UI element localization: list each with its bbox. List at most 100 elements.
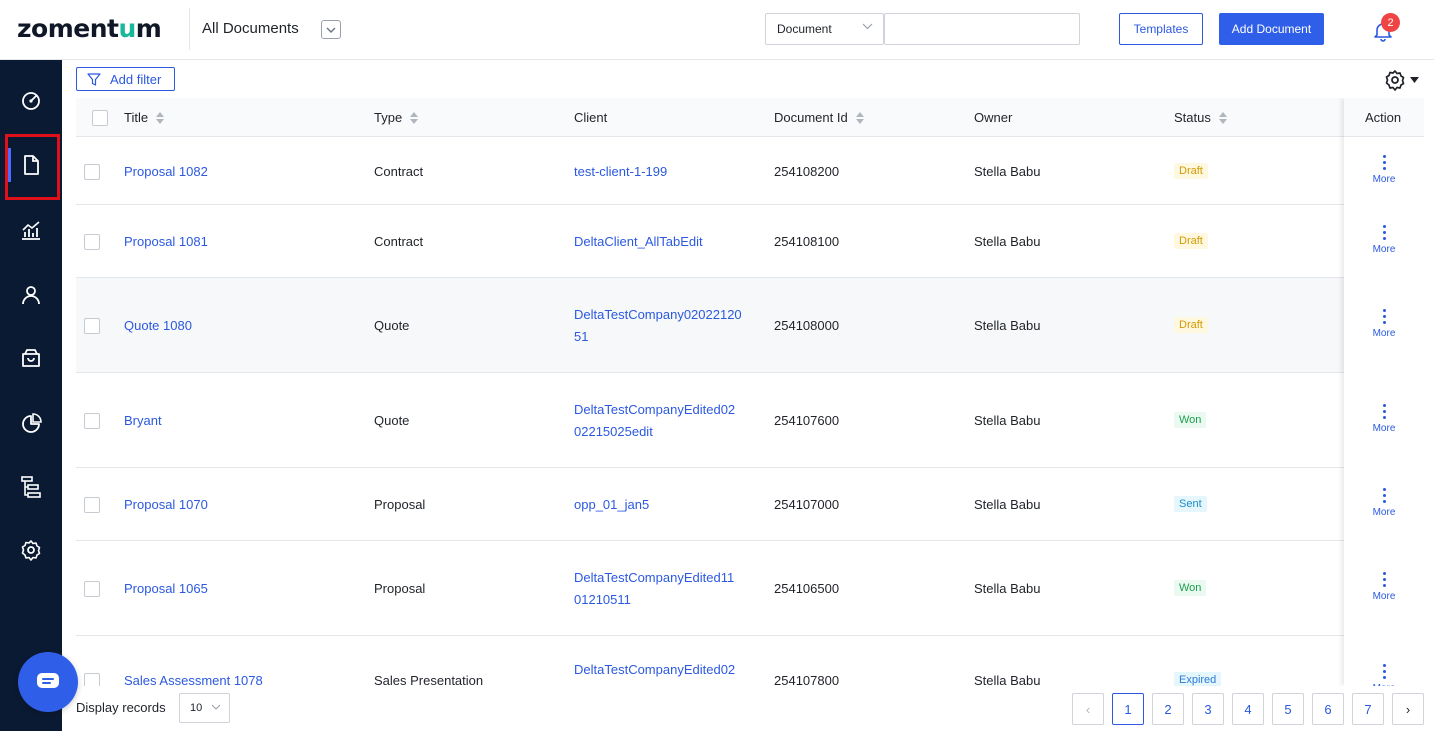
row-more-button[interactable]: More xyxy=(1344,404,1424,434)
sort-icon xyxy=(156,111,165,124)
table-row[interactable]: Bryant Quote DeltaTestCompanyEdited02 02215… xyxy=(76,373,1424,468)
page-button-3[interactable]: 3 xyxy=(1192,693,1224,725)
row-more-button[interactable]: More xyxy=(1344,155,1424,185)
row-checkbox[interactable] xyxy=(84,318,100,334)
page-button-4[interactable]: 4 xyxy=(1232,693,1264,725)
more-vertical-icon xyxy=(1382,488,1386,503)
document-title-link[interactable]: Bryant xyxy=(124,410,162,432)
row-checkbox[interactable] xyxy=(84,497,100,513)
column-header-document-id[interactable]: Document Id xyxy=(774,110,864,125)
client-name-line2: 02215025edit xyxy=(574,424,653,439)
status-badge: Draft xyxy=(1174,317,1208,333)
document-title-link[interactable]: Quote 1080 xyxy=(124,315,192,337)
document-title-link[interactable]: Sales Assessment 1078 xyxy=(124,670,263,686)
row-more-button[interactable]: More xyxy=(1344,309,1424,339)
next-page-button[interactable]: › xyxy=(1392,693,1424,725)
document-type: Contract xyxy=(374,234,424,249)
row-checkbox[interactable] xyxy=(84,234,100,250)
sidebar-item-reports[interactable] xyxy=(0,399,62,449)
sidebar-item-dashboard[interactable] xyxy=(0,76,62,126)
add-filter-button[interactable]: Add filter xyxy=(76,67,175,91)
status-badge: Won xyxy=(1174,580,1207,596)
analytics-chart-icon xyxy=(22,221,40,240)
client-link[interactable]: test-client-1-199 xyxy=(574,161,667,183)
table-row[interactable]: Proposal 1065 Proposal DeltaTestCompanyEdi… xyxy=(76,541,1424,636)
client-name-line1: DeltaTestCompany02022120 xyxy=(574,307,742,322)
row-more-button[interactable]: More xyxy=(1344,664,1424,686)
document-id: 254108100 xyxy=(774,234,840,249)
chevron-down-icon xyxy=(862,23,873,30)
document-id: 254108200 xyxy=(774,164,840,179)
view-title: All Documents xyxy=(202,20,299,37)
view-dropdown-button[interactable] xyxy=(321,20,341,39)
document-id: 254107000 xyxy=(774,497,840,512)
client-name-line2: 01210511 xyxy=(574,592,631,607)
search-type-select[interactable]: Document xyxy=(765,13,884,45)
column-header-owner: Owner xyxy=(974,110,1013,125)
chat-support-button[interactable] xyxy=(18,652,78,712)
table-row[interactable]: Sales Assessment 1078 Sales Presentation D… xyxy=(76,636,1424,686)
row-more-button[interactable]: More xyxy=(1344,225,1424,255)
table-row[interactable]: Quote 1080 Quote DeltaTestCompany02022120 5… xyxy=(76,278,1424,373)
document-title-link[interactable]: Proposal 1070 xyxy=(124,494,208,516)
status-badge: Sent xyxy=(1174,496,1207,512)
row-checkbox[interactable] xyxy=(84,164,100,180)
client-link[interactable]: opp_01_jan5 xyxy=(574,494,649,516)
status-badge: Draft xyxy=(1174,163,1208,179)
row-checkbox[interactable] xyxy=(84,581,100,597)
client-name-line1: DeltaClient_AllTabEdit xyxy=(574,234,703,249)
more-label: More xyxy=(1372,423,1396,434)
client-name-line1: DeltaTestCompanyEdited02 xyxy=(574,662,736,677)
sidebar-item-settings[interactable] xyxy=(0,525,62,575)
owner-name: Stella Babu xyxy=(974,581,1041,596)
page-button-7[interactable]: 7 xyxy=(1352,693,1384,725)
table-row[interactable]: Proposal 1070 Proposal opp_01_jan5 25410700… xyxy=(76,468,1424,541)
owner-name: Stella Babu xyxy=(974,673,1041,686)
select-all-checkbox[interactable] xyxy=(92,110,108,126)
owner-name: Stella Babu xyxy=(974,234,1041,249)
client-name-line1: opp_01_jan5 xyxy=(574,497,650,512)
page-button-2[interactable]: 2 xyxy=(1152,693,1184,725)
page-button-1[interactable]: 1 xyxy=(1112,693,1144,725)
templates-button[interactable]: Templates xyxy=(1119,13,1203,45)
column-header-status[interactable]: Status xyxy=(1174,110,1227,125)
client-link[interactable]: DeltaClient_AllTabEdit xyxy=(574,231,703,253)
more-label: More xyxy=(1372,591,1396,602)
client-link[interactable]: DeltaTestCompany02022120 51 xyxy=(574,304,742,348)
document-title-link[interactable]: Proposal 1065 xyxy=(124,578,208,600)
more-label: More xyxy=(1372,174,1396,185)
row-more-button[interactable]: More xyxy=(1344,488,1424,518)
more-vertical-icon xyxy=(1382,664,1386,679)
client-link[interactable]: DeltaTestCompanyEdited0202215025edit xyxy=(574,659,735,686)
document-title-link[interactable]: Proposal 1081 xyxy=(124,231,208,253)
sidebar-item-analytics[interactable] xyxy=(0,205,62,255)
table-row[interactable]: Proposal 1081 Contract DeltaClient_AllTabE… xyxy=(76,205,1424,278)
page-button-5[interactable]: 5 xyxy=(1272,693,1304,725)
filter-funnel-icon xyxy=(87,72,101,86)
table-settings-button[interactable] xyxy=(1384,69,1419,91)
client-link[interactable]: DeltaTestCompanyEdited11 01210511 xyxy=(574,567,734,611)
row-checkbox[interactable] xyxy=(84,673,100,686)
sidebar-item-workflows[interactable] xyxy=(0,462,62,512)
reports-pie-icon xyxy=(22,413,42,433)
zomentum-logo[interactable]: zomentum xyxy=(17,14,162,43)
marketplace-bag-icon xyxy=(22,349,40,367)
column-header-action: Action xyxy=(1365,110,1402,125)
sidebar-item-marketplace[interactable] xyxy=(0,333,62,383)
sidebar-item-contacts[interactable] xyxy=(0,270,62,320)
records-per-page-select[interactable]: 10 xyxy=(179,693,230,723)
more-vertical-icon xyxy=(1382,404,1386,419)
more-label: More xyxy=(1372,328,1396,339)
document-title-link[interactable]: Proposal 1082 xyxy=(124,161,208,183)
prev-page-button[interactable]: ‹ xyxy=(1072,693,1104,725)
row-more-button[interactable]: More xyxy=(1344,572,1424,602)
column-header-title[interactable]: Title xyxy=(124,110,165,125)
column-header-type[interactable]: Type xyxy=(374,110,419,125)
add-document-button[interactable]: Add Document xyxy=(1219,13,1324,45)
row-checkbox[interactable] xyxy=(84,413,100,429)
contacts-person-icon xyxy=(22,286,40,305)
search-input[interactable] xyxy=(884,13,1080,45)
page-button-6[interactable]: 6 xyxy=(1312,693,1344,725)
client-link[interactable]: DeltaTestCompanyEdited0202215025edit xyxy=(574,399,735,443)
table-row[interactable]: Proposal 1082 Contract test-client-1-199 25… xyxy=(76,138,1424,205)
